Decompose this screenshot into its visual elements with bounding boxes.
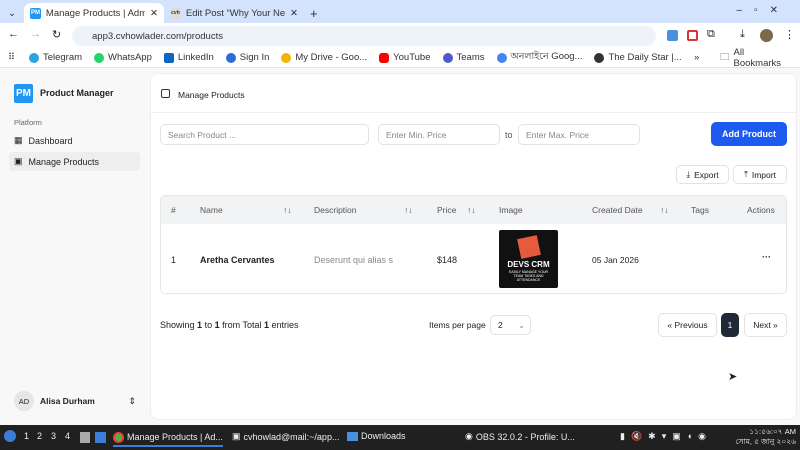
table-header: # Name ↑↓ Description ↑↓ Price ↑↓ Image … <box>161 196 786 224</box>
previous-page-button[interactable]: « Previous <box>658 313 717 337</box>
chevron-up-down-icon: ⇕ <box>128 395 136 406</box>
divider <box>151 112 796 113</box>
to-label: to <box>505 130 513 140</box>
tab-edit-post[interactable]: cvh Edit Post “Why Your Next ✕ <box>164 3 304 23</box>
bookmark-google[interactable]: অনলাইনে Goog... <box>496 50 582 65</box>
address-bar[interactable]: app3.cvhowlader.com/products <box>72 26 656 46</box>
chevron-down-icon: ⌄ <box>517 319 525 330</box>
min-price-input[interactable]: Enter Min. Price <box>378 124 500 145</box>
add-product-button[interactable]: Add Product <box>711 122 787 146</box>
products-table: # Name ↑↓ Description ↑↓ Price ↑↓ Image … <box>160 195 787 294</box>
chrome-icon <box>113 431 124 443</box>
app-name: Product Manager <box>40 88 114 98</box>
close-tab-icon[interactable]: ✕ <box>290 8 298 19</box>
start-menu-icon[interactable] <box>4 430 16 442</box>
file-manager-icon[interactable] <box>80 432 90 443</box>
window-controls[interactable]: –▫✕ <box>737 5 791 16</box>
sidebar-toggle-icon[interactable] <box>161 89 170 98</box>
clock[interactable]: ১১:৫৬:০৭ AM সোম, ৫ জানু ২০২৬ <box>736 427 796 447</box>
extensions-puzzle-icon[interactable]: ⧉ <box>707 28 715 41</box>
grid-icon: ▦ <box>14 135 23 145</box>
bookmark-sign-in[interactable]: Sign In <box>225 52 269 63</box>
page-1-button[interactable]: 1 <box>721 313 739 337</box>
sidebar-item-manage-products[interactable]: ▣ Manage Products <box>9 152 140 171</box>
package-icon: ▣ <box>14 156 23 166</box>
pm-favicon-icon: PM <box>30 7 41 19</box>
cvh-favicon-icon: cvh <box>170 7 181 19</box>
taskbar-app-terminal[interactable]: ▣ cvhowlad@mail:~/app... <box>232 431 339 442</box>
section-label: Platform <box>14 118 42 127</box>
workspace-4[interactable]: 4 <box>65 431 70 441</box>
back-icon[interactable]: ← <box>8 28 19 40</box>
download-icon[interactable]: ⤓ <box>740 28 745 41</box>
upload-icon: ⤒ <box>744 169 748 179</box>
new-tab-button[interactable]: + <box>304 3 324 23</box>
bookmark-whatsapp[interactable]: WhatsApp <box>94 52 152 63</box>
tab-manage-products[interactable]: PM Manage Products | Admin ✕ <box>24 3 164 23</box>
all-bookmarks[interactable]: 🗀 All Bookmarks <box>720 47 788 69</box>
product-image: DEVS CRM EASILY MANAGE YOUR TEAM TASKS A… <box>499 230 558 288</box>
extension-icon[interactable] <box>667 30 678 41</box>
window-icon[interactable] <box>95 432 106 443</box>
sort-icon[interactable]: ↑↓ <box>660 205 669 215</box>
more-bookmarks-icon[interactable]: » <box>694 52 699 63</box>
download-icon: ⤓ <box>686 169 691 179</box>
folder-icon: 🗀 <box>720 51 730 63</box>
sidebar-item-dashboard[interactable]: ▦ Dashboard <box>9 131 140 150</box>
taskbar: 1 2 3 4 Manage Products | Ad... ▣ cvhowla… <box>0 425 800 450</box>
sort-icon[interactable]: ↑↓ <box>467 205 476 215</box>
next-page-button[interactable]: Next » <box>744 313 787 337</box>
workspace-1[interactable]: 1 <box>24 431 29 441</box>
taskbar-app-obs[interactable]: ◉ OBS 32.0.2 - Profile: U... <box>465 431 575 442</box>
search-input[interactable]: Search Product ... <box>160 124 369 145</box>
menu-kebab-icon[interactable]: ⋮ <box>784 28 795 41</box>
apps-grid-icon[interactable]: ⠿ <box>8 52 15 63</box>
bookmark-daily-star[interactable]: The Daily Star |... <box>594 52 682 63</box>
user-menu[interactable]: AD Alisa Durham ⇕ <box>9 390 140 412</box>
forward-icon[interactable]: → <box>30 28 41 40</box>
entries-summary: Showing 1 to 1 from Total 1 entries <box>160 320 299 330</box>
taskbar-app-downloads[interactable]: Downloads <box>347 431 406 441</box>
bookmark-teams[interactable]: Teams <box>442 52 485 63</box>
export-button[interactable]: ⤓ Export <box>676 165 729 184</box>
terminal-icon: ▣ <box>232 431 241 441</box>
bookmark-youtube[interactable]: YouTube <box>379 52 431 63</box>
bookmark-my-drive[interactable]: My Drive - Goo... <box>281 52 367 63</box>
taskbar-app-chrome[interactable]: Manage Products | Ad... <box>113 429 223 447</box>
table-row[interactable]: 1 Aretha Cervantes Deserunt qui alias s … <box>161 224 786 293</box>
import-button[interactable]: ⤒ Import <box>733 165 787 184</box>
avatar: AD <box>14 391 34 411</box>
items-per-page-select[interactable]: 2 ⌄ <box>490 315 531 335</box>
app-logo: PM <box>14 84 33 103</box>
system-tray-icons[interactable]: ▮🔇✱▾▣◖◉ <box>620 431 712 442</box>
extension-icon[interactable] <box>687 30 698 41</box>
close-tab-icon[interactable]: ✕ <box>150 8 158 19</box>
workspace-3[interactable]: 3 <box>51 431 56 441</box>
folder-icon <box>347 431 358 441</box>
workspace-2[interactable]: 2 <box>37 431 42 441</box>
row-actions-button[interactable]: ··· <box>762 252 771 262</box>
items-per-page-label: Items per page <box>429 320 486 330</box>
sidebar: PM Product Manager Platform ▦ Dashboard ▣… <box>0 68 150 425</box>
bookmarks-bar: ⠿ Telegram WhatsApp LinkedIn Sign In My … <box>0 47 800 69</box>
reload-icon[interactable]: ↻ <box>52 28 61 41</box>
bookmark-telegram[interactable]: Telegram <box>28 52 82 63</box>
main-content: Manage Products Search Product ... Enter… <box>150 73 797 420</box>
sort-icon[interactable]: ↑↓ <box>283 205 292 215</box>
mouse-cursor-icon: ➤ <box>728 371 738 383</box>
profile-avatar[interactable] <box>760 29 773 42</box>
browser-tab-strip: ⌄ PM Manage Products | Admin ✕ cvh Edit … <box>0 0 800 23</box>
bookmark-linkedin[interactable]: LinkedIn <box>163 52 214 63</box>
breadcrumb: Manage Products <box>178 90 245 100</box>
obs-icon: ◉ <box>465 431 473 441</box>
sort-icon[interactable]: ↑↓ <box>404 205 413 215</box>
max-price-input[interactable]: Enter Max. Price <box>518 124 640 145</box>
tab-search-icon[interactable]: ⌄ <box>4 3 20 23</box>
